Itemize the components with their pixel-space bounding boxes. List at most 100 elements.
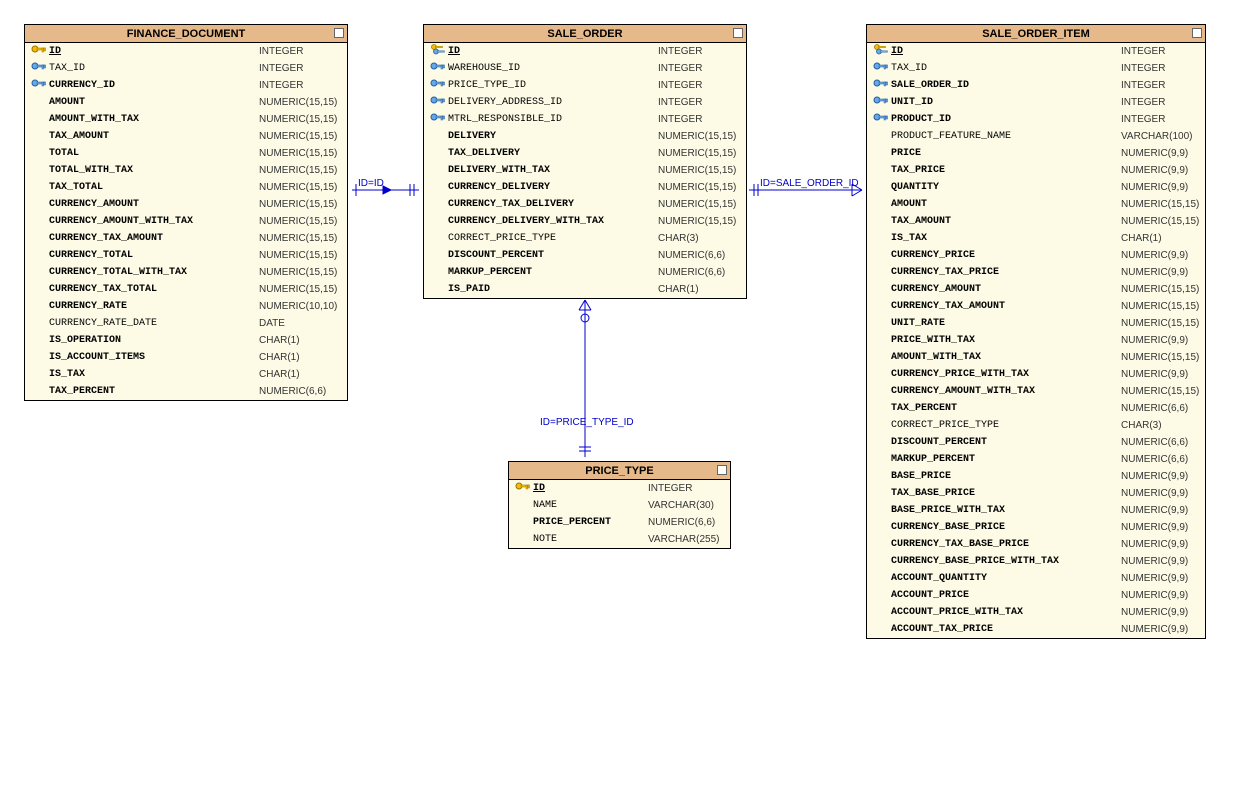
column-row[interactable]: SALE_ORDER_IDINTEGER <box>867 77 1205 94</box>
column-row[interactable]: TAX_PRICENUMERIC(9,9) <box>867 162 1205 179</box>
entity-header[interactable]: SALE_ORDER_ITEM <box>867 25 1205 43</box>
column-row[interactable]: MARKUP_PERCENTNUMERIC(6,6) <box>867 451 1205 468</box>
column-type: NUMERIC(9,9) <box>1121 468 1188 485</box>
column-name: ACCOUNT_PRICE <box>891 587 1121 604</box>
column-row[interactable]: CURRENCY_AMOUNTNUMERIC(15,15) <box>25 196 347 213</box>
column-row[interactable]: CURRENCY_BASE_PRICE_WITH_TAXNUMERIC(9,9) <box>867 553 1205 570</box>
column-row[interactable]: IS_ACCOUNT_ITEMSCHAR(1) <box>25 349 347 366</box>
column-name: AMOUNT_WITH_TAX <box>891 349 1121 366</box>
column-row[interactable]: CURRENCY_RATENUMERIC(10,10) <box>25 298 347 315</box>
column-row[interactable]: DELIVERY_WITH_TAXNUMERIC(15,15) <box>424 162 746 179</box>
column-row[interactable]: CURRENCY_AMOUNTNUMERIC(15,15) <box>867 281 1205 298</box>
column-row[interactable]: CURRENCY_PRICE_WITH_TAXNUMERIC(9,9) <box>867 366 1205 383</box>
column-row[interactable]: IS_TAXCHAR(1) <box>25 366 347 383</box>
column-name: MARKUP_PERCENT <box>448 264 658 281</box>
column-row[interactable]: QUANTITYNUMERIC(9,9) <box>867 179 1205 196</box>
column-row[interactable]: UNIT_RATENUMERIC(15,15) <box>867 315 1205 332</box>
column-row[interactable]: CURRENCY_AMOUNT_WITH_TAXNUMERIC(15,15) <box>867 383 1205 400</box>
column-row[interactable]: TAX_IDINTEGER <box>867 60 1205 77</box>
entity-finance-document[interactable]: FINANCE_DOCUMENT IDINTEGERTAX_IDINTEGERC… <box>24 24 348 401</box>
entity-header[interactable]: SALE_ORDER <box>424 25 746 43</box>
column-row[interactable]: TAX_PERCENTNUMERIC(6,6) <box>867 400 1205 417</box>
column-row[interactable]: CURRENCY_TOTALNUMERIC(15,15) <box>25 247 347 264</box>
column-row[interactable]: ACCOUNT_QUANTITYNUMERIC(9,9) <box>867 570 1205 587</box>
column-row[interactable]: NOTEVARCHAR(255) <box>509 531 730 548</box>
column-row[interactable]: IS_OPERATIONCHAR(1) <box>25 332 347 349</box>
column-row[interactable]: IS_TAXCHAR(1) <box>867 230 1205 247</box>
column-row[interactable]: MARKUP_PERCENTNUMERIC(6,6) <box>424 264 746 281</box>
column-row[interactable]: MTRL_RESPONSIBLE_IDINTEGER <box>424 111 746 128</box>
column-row[interactable]: AMOUNT_WITH_TAXNUMERIC(15,15) <box>25 111 347 128</box>
column-row[interactable]: AMOUNTNUMERIC(15,15) <box>25 94 347 111</box>
entity-sale-order[interactable]: SALE_ORDER IDINTEGERWAREHOUSE_IDINTEGERP… <box>423 24 747 299</box>
column-row[interactable]: IDINTEGER <box>867 43 1205 60</box>
column-row[interactable]: TAX_IDINTEGER <box>25 60 347 77</box>
column-row[interactable]: CURRENCY_DELIVERYNUMERIC(15,15) <box>424 179 746 196</box>
column-row[interactable]: CURRENCY_BASE_PRICENUMERIC(9,9) <box>867 519 1205 536</box>
column-row[interactable]: TAX_DELIVERYNUMERIC(15,15) <box>424 145 746 162</box>
entity-price-type[interactable]: PRICE_TYPE IDINTEGERNAMEVARCHAR(30)PRICE… <box>508 461 731 549</box>
column-row[interactable]: BASE_PRICE_WITH_TAXNUMERIC(9,9) <box>867 502 1205 519</box>
column-row[interactable]: ACCOUNT_PRICE_WITH_TAXNUMERIC(9,9) <box>867 604 1205 621</box>
column-row[interactable]: CURRENCY_TAX_PRICENUMERIC(9,9) <box>867 264 1205 281</box>
column-row[interactable]: TAX_BASE_PRICENUMERIC(9,9) <box>867 485 1205 502</box>
column-row[interactable]: ACCOUNT_TAX_PRICENUMERIC(9,9) <box>867 621 1205 638</box>
column-name: CURRENCY_BASE_PRICE <box>891 519 1121 536</box>
column-row[interactable]: IS_PAIDCHAR(1) <box>424 281 746 298</box>
entity-title: SALE_ORDER_ITEM <box>982 28 1090 40</box>
column-type: INTEGER <box>1121 43 1165 60</box>
entity-header[interactable]: PRICE_TYPE <box>509 462 730 480</box>
column-row[interactable]: PRICE_WITH_TAXNUMERIC(9,9) <box>867 332 1205 349</box>
column-row[interactable]: TOTALNUMERIC(15,15) <box>25 145 347 162</box>
column-row[interactable]: UNIT_IDINTEGER <box>867 94 1205 111</box>
minimize-icon[interactable] <box>733 28 743 38</box>
column-row[interactable]: CURRENCY_TAX_BASE_PRICENUMERIC(9,9) <box>867 536 1205 553</box>
column-row[interactable]: DISCOUNT_PERCENTNUMERIC(6,6) <box>867 434 1205 451</box>
column-row[interactable]: ACCOUNT_PRICENUMERIC(9,9) <box>867 587 1205 604</box>
column-row[interactable]: DELIVERY_ADDRESS_IDINTEGER <box>424 94 746 111</box>
column-type: VARCHAR(255) <box>648 531 720 548</box>
column-row[interactable]: CORRECT_PRICE_TYPECHAR(3) <box>867 417 1205 434</box>
column-row[interactable]: AMOUNT_WITH_TAXNUMERIC(15,15) <box>867 349 1205 366</box>
column-name: CURRENCY_AMOUNT <box>891 281 1121 298</box>
column-row[interactable]: CORRECT_PRICE_TYPECHAR(3) <box>424 230 746 247</box>
column-row[interactable]: TAX_TOTALNUMERIC(15,15) <box>25 179 347 196</box>
column-row[interactable]: TAX_PERCENTNUMERIC(6,6) <box>25 383 347 400</box>
minimize-icon[interactable] <box>334 28 344 38</box>
column-row[interactable]: IDINTEGER <box>424 43 746 60</box>
column-row[interactable]: CURRENCY_DELIVERY_WITH_TAXNUMERIC(15,15) <box>424 213 746 230</box>
column-row[interactable]: CURRENCY_AMOUNT_WITH_TAXNUMERIC(15,15) <box>25 213 347 230</box>
entity-sale-order-item[interactable]: SALE_ORDER_ITEM IDINTEGERTAX_IDINTEGERSA… <box>866 24 1206 639</box>
column-row[interactable]: PRODUCT_IDINTEGER <box>867 111 1205 128</box>
column-row[interactable]: IDINTEGER <box>509 480 730 497</box>
column-row[interactable]: TAX_AMOUNTNUMERIC(15,15) <box>867 213 1205 230</box>
column-row[interactable]: WAREHOUSE_IDINTEGER <box>424 60 746 77</box>
column-row[interactable]: CURRENCY_RATE_DATEDATE <box>25 315 347 332</box>
column-row[interactable]: DISCOUNT_PERCENTNUMERIC(6,6) <box>424 247 746 264</box>
column-row[interactable]: PRICENUMERIC(9,9) <box>867 145 1205 162</box>
column-row[interactable]: CURRENCY_IDINTEGER <box>25 77 347 94</box>
column-row[interactable]: CURRENCY_TOTAL_WITH_TAXNUMERIC(15,15) <box>25 264 347 281</box>
column-row[interactable]: CURRENCY_TAX_DELIVERYNUMERIC(15,15) <box>424 196 746 213</box>
column-row[interactable]: PRICE_TYPE_IDINTEGER <box>424 77 746 94</box>
column-row[interactable]: DELIVERYNUMERIC(15,15) <box>424 128 746 145</box>
minimize-icon[interactable] <box>1192 28 1202 38</box>
column-row[interactable]: CURRENCY_TAX_AMOUNTNUMERIC(15,15) <box>25 230 347 247</box>
column-row[interactable]: TOTAL_WITH_TAXNUMERIC(15,15) <box>25 162 347 179</box>
column-row[interactable]: TAX_AMOUNTNUMERIC(15,15) <box>25 128 347 145</box>
column-row[interactable]: IDINTEGER <box>25 43 347 60</box>
column-row[interactable]: AMOUNTNUMERIC(15,15) <box>867 196 1205 213</box>
column-row[interactable]: PRICE_PERCENTNUMERIC(6,6) <box>509 514 730 531</box>
column-name: TAX_PERCENT <box>49 383 259 400</box>
column-row[interactable]: CURRENCY_TAX_AMOUNTNUMERIC(15,15) <box>867 298 1205 315</box>
entity-header[interactable]: FINANCE_DOCUMENT <box>25 25 347 43</box>
column-row[interactable]: BASE_PRICENUMERIC(9,9) <box>867 468 1205 485</box>
column-row[interactable]: CURRENCY_TAX_TOTALNUMERIC(15,15) <box>25 281 347 298</box>
column-name: CORRECT_PRICE_TYPE <box>448 230 658 247</box>
pk-fk-icon <box>873 43 889 61</box>
column-row[interactable]: CURRENCY_PRICENUMERIC(9,9) <box>867 247 1205 264</box>
column-row[interactable]: PRODUCT_FEATURE_NAMEVARCHAR(100) <box>867 128 1205 145</box>
column-row[interactable]: NAMEVARCHAR(30) <box>509 497 730 514</box>
column-type: CHAR(1) <box>259 349 300 366</box>
minimize-icon[interactable] <box>717 465 727 475</box>
